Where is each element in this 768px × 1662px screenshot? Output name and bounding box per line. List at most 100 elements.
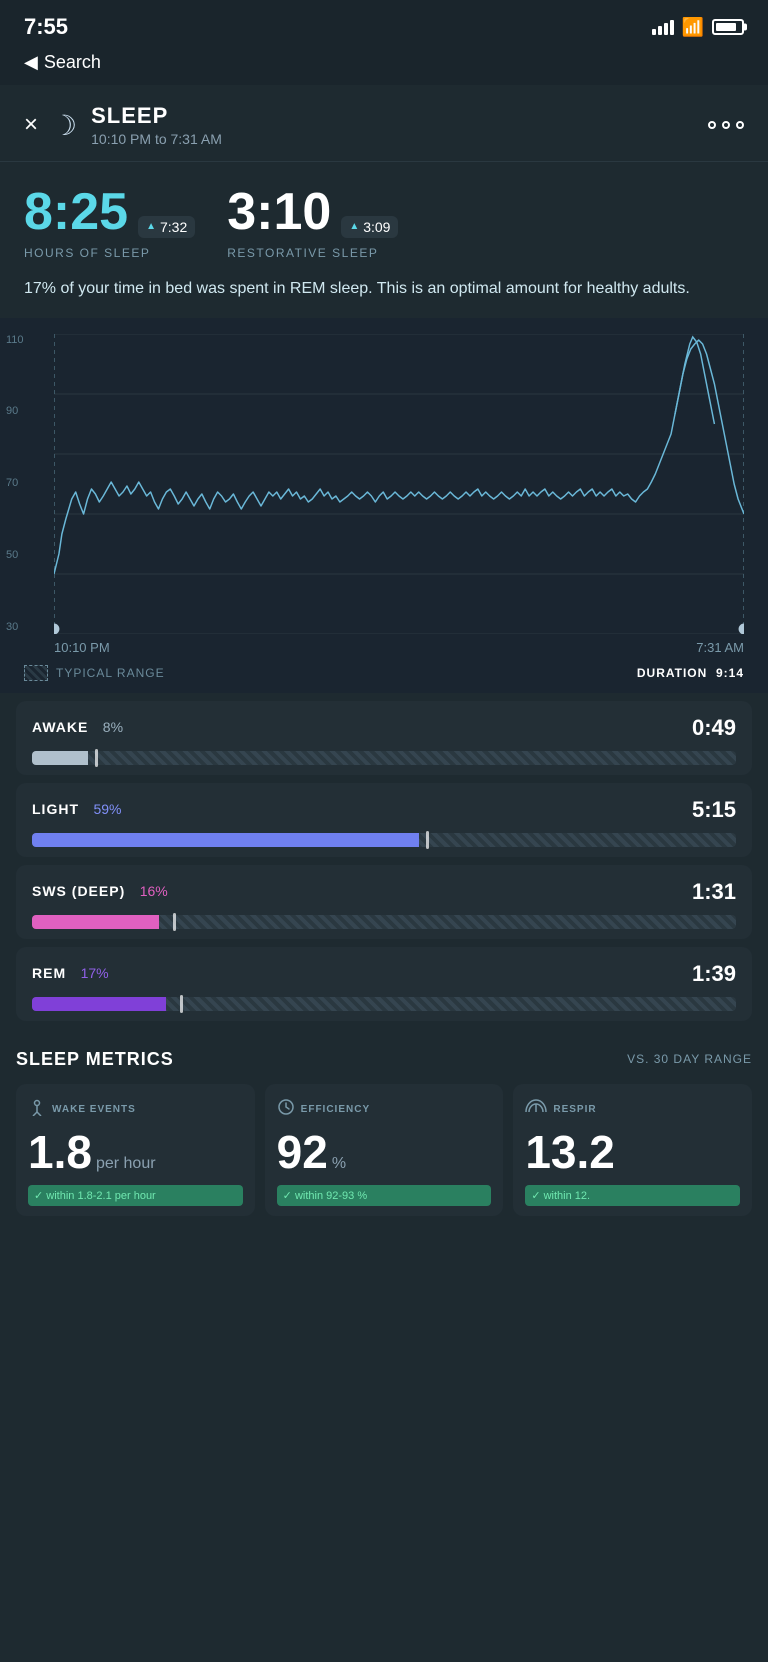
restorative-label: RESTORATIVE SLEEP: [227, 246, 398, 260]
stage-name-light: LIGHT 59%: [32, 801, 121, 819]
metric-label-respiration: RESPIR: [553, 1104, 596, 1115]
stage-header-awake: AWAKE 8% 0:49: [32, 715, 736, 741]
hours-avg: 7:32: [160, 219, 187, 235]
stage-card-rem: REM 17% 1:39: [16, 947, 752, 1021]
sleep-chart-svg: [54, 334, 744, 634]
stage-bar-fill-rem: [32, 997, 166, 1011]
metric-footer-respiration: ✓ within 12.: [525, 1185, 740, 1206]
more-dot-3: [736, 121, 744, 129]
y-label-70: 70: [6, 477, 24, 489]
duration-value: 9:14: [716, 666, 744, 680]
restorative-arrow-icon: ▲: [349, 221, 359, 232]
metric-value-wake: 1.8 per hour: [28, 1129, 243, 1175]
duration-label: DURATION: [637, 666, 707, 680]
metric-unit-efficiency: %: [332, 1155, 346, 1173]
restorative-avg: 3:09: [363, 219, 390, 235]
metric-footer-wake-text: ✓ within 1.8-2.1 per hour: [34, 1189, 156, 1202]
hours-of-sleep-value: 8:25: [24, 182, 128, 242]
duration-block: DURATION 9:14: [637, 666, 744, 680]
respiration-icon: [525, 1098, 547, 1121]
stage-bar-rem: [32, 997, 736, 1011]
metric-value-respiration: 13.2: [525, 1129, 740, 1175]
efficiency-icon: [277, 1098, 295, 1121]
stage-time-light: 5:15: [692, 797, 736, 823]
close-button[interactable]: ×: [24, 111, 38, 139]
metric-card-respiration: RESPIR 13.2 ✓ within 12.: [513, 1084, 752, 1216]
stages-section: AWAKE 8% 0:49 LIGHT 59% 5:15 SWS (DEEP: [0, 693, 768, 1029]
hours-label: HOURS OF SLEEP: [24, 246, 195, 260]
sleep-header: × ☽ SLEEP 10:10 PM to 7:31 AM: [0, 85, 768, 162]
stage-bar-fill-awake: [32, 751, 88, 765]
metric-big-efficiency: 92: [277, 1129, 328, 1175]
stage-card-light: LIGHT 59% 5:15: [16, 783, 752, 857]
chart-y-labels: 110 90 70 50 30: [6, 334, 24, 633]
moon-icon: ☽: [52, 109, 77, 142]
status-time: 7:55: [24, 14, 68, 40]
stage-bar-awake: [32, 751, 736, 765]
metrics-section: SLEEP METRICS VS. 30 DAY RANGE WAKE EVEN…: [0, 1029, 768, 1228]
metric-card-efficiency: EFFICIENCY 92 % ✓ within 92-93 %: [265, 1084, 504, 1216]
nav-bar: ◀ Search: [0, 48, 768, 85]
stage-name-awake: AWAKE 8%: [32, 719, 123, 737]
metric-footer-respiration-text: ✓ within 12.: [531, 1189, 590, 1202]
stage-bar-deep: [32, 915, 736, 929]
chart-end-time: 7:31 AM: [696, 640, 744, 655]
hours-of-sleep-block: 8:25 ▲ 7:32 HOURS OF SLEEP: [24, 182, 195, 260]
typical-range-label: TYPICAL RANGE: [56, 666, 165, 680]
back-arrow-icon: ◀: [24, 52, 38, 73]
stage-time-rem: 1:39: [692, 961, 736, 987]
stage-time-awake: 0:49: [692, 715, 736, 741]
stage-card-awake: AWAKE 8% 0:49: [16, 701, 752, 775]
chart-container: [54, 334, 744, 634]
metric-footer-efficiency-text: ✓ within 92-93 %: [283, 1189, 367, 1202]
stats-row: 8:25 ▲ 7:32 HOURS OF SLEEP 3:10 ▲ 3:09 R…: [24, 182, 744, 260]
stage-name-deep: SWS (DEEP) 16%: [32, 883, 168, 901]
stage-marker-deep: [173, 913, 176, 931]
stage-bar-light: [32, 833, 736, 847]
battery-icon: [712, 19, 744, 35]
more-button[interactable]: [708, 121, 744, 129]
y-label-30: 30: [6, 621, 24, 633]
metrics-title: SLEEP METRICS: [16, 1049, 174, 1070]
metric-card-header-efficiency: EFFICIENCY: [277, 1098, 492, 1121]
stage-marker-light: [426, 831, 429, 849]
chart-start-time: 10:10 PM: [54, 640, 110, 655]
metric-footer-efficiency: ✓ within 92-93 %: [277, 1185, 492, 1206]
status-icons: 📶: [652, 17, 744, 38]
stage-marker-awake: [95, 749, 98, 767]
metric-value-efficiency: 92 %: [277, 1129, 492, 1175]
metric-big-wake: 1.8: [28, 1129, 92, 1175]
status-bar: 7:55 📶: [0, 0, 768, 48]
wake-events-icon: [28, 1098, 46, 1121]
metric-card-header-wake: WAKE EVENTS: [28, 1098, 243, 1121]
hours-badge: ▲ 7:32: [138, 216, 195, 238]
sleep-title-block: SLEEP 10:10 PM to 7:31 AM: [91, 103, 222, 147]
restorative-value: 3:10: [227, 182, 331, 242]
stage-bar-fill-deep: [32, 915, 159, 929]
y-label-110: 110: [6, 334, 24, 346]
metrics-header: SLEEP METRICS VS. 30 DAY RANGE: [16, 1049, 752, 1070]
metric-card-wake-events: WAKE EVENTS 1.8 per hour ✓ within 1.8-2.…: [16, 1084, 255, 1216]
more-dot-1: [708, 121, 716, 129]
range-icon: [24, 665, 48, 681]
metric-label-efficiency: EFFICIENCY: [301, 1104, 370, 1115]
sleep-time-range: 10:10 PM to 7:31 AM: [91, 131, 222, 147]
stage-card-deep: SWS (DEEP) 16% 1:31: [16, 865, 752, 939]
stats-section: 8:25 ▲ 7:32 HOURS OF SLEEP 3:10 ▲ 3:09 R…: [0, 162, 768, 318]
back-button[interactable]: ◀ Search: [24, 52, 101, 73]
metric-big-respiration: 13.2: [525, 1129, 615, 1175]
y-label-50: 50: [6, 549, 24, 561]
hours-arrow-icon: ▲: [146, 221, 156, 232]
signal-icon: [652, 19, 674, 35]
metrics-subtitle: VS. 30 DAY RANGE: [627, 1052, 752, 1066]
stage-header-deep: SWS (DEEP) 16% 1:31: [32, 879, 736, 905]
typical-range: TYPICAL RANGE: [24, 665, 165, 681]
more-dot-2: [722, 121, 730, 129]
chart-section: 110 90 70 50 30 10:10 PM 7:31 AM: [0, 318, 768, 693]
stage-name-rem: REM 17%: [32, 965, 109, 983]
chart-time-labels: 10:10 PM 7:31 AM: [54, 634, 744, 655]
stage-header-rem: REM 17% 1:39: [32, 961, 736, 987]
metric-card-header-respiration: RESPIR: [525, 1098, 740, 1121]
restorative-sleep-block: 3:10 ▲ 3:09 RESTORATIVE SLEEP: [227, 182, 398, 260]
metrics-cards: WAKE EVENTS 1.8 per hour ✓ within 1.8-2.…: [16, 1084, 752, 1216]
